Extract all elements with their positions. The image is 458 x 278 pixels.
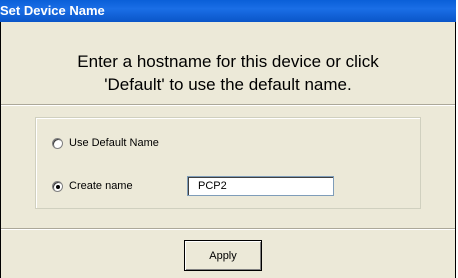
- title-bar[interactable]: Set Device Name: [0, 0, 456, 22]
- header-panel: Enter a hostname for this device or clic…: [1, 22, 455, 104]
- create-name-option[interactable]: Create name: [52, 180, 133, 192]
- create-name-label: Create name: [69, 180, 133, 192]
- use-default-name-radio[interactable]: [52, 137, 63, 149]
- create-name-radio[interactable]: [52, 180, 63, 192]
- use-default-name-option[interactable]: Use Default Name: [52, 137, 159, 149]
- window-title: Set Device Name: [0, 3, 105, 18]
- footer-divider: [1, 228, 455, 230]
- hostname-input[interactable]: [187, 176, 334, 196]
- dialog-window: Set Device Name Enter a hostname for thi…: [0, 0, 456, 278]
- instruction-line-2: 'Default' to use the default name.: [104, 75, 352, 94]
- apply-button[interactable]: Apply: [184, 240, 262, 271]
- instruction-text: Enter a hostname for this device or clic…: [1, 50, 455, 96]
- name-options-group: Use Default Name Create name: [35, 117, 421, 209]
- header-divider: [1, 104, 455, 106]
- instruction-line-1: Enter a hostname for this device or clic…: [77, 52, 379, 71]
- use-default-name-label: Use Default Name: [69, 137, 159, 149]
